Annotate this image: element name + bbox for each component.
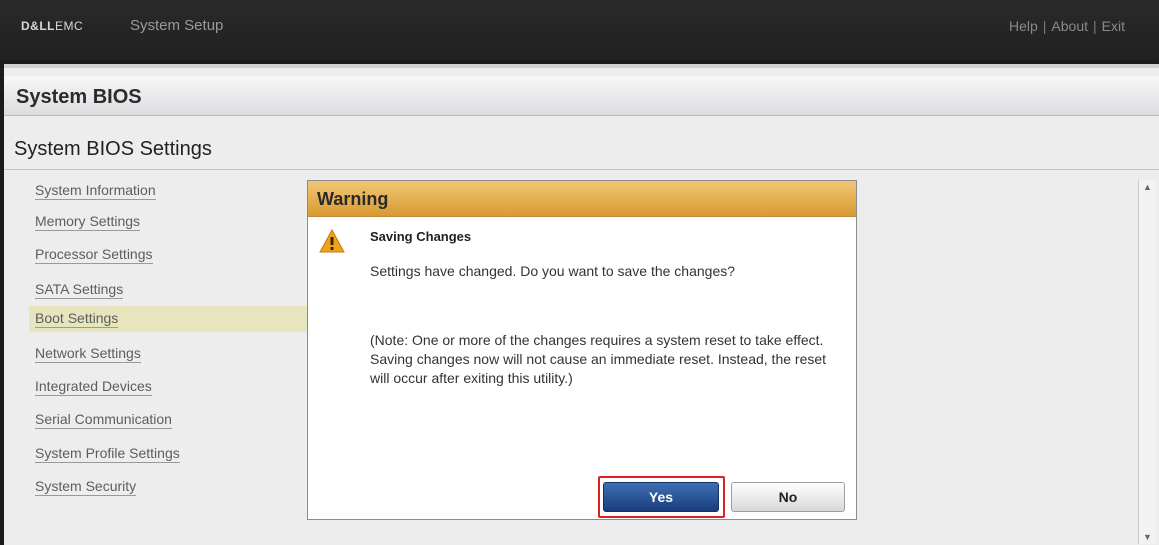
exit-link[interactable]: Exit — [1102, 18, 1125, 34]
about-link[interactable]: About — [1051, 18, 1088, 34]
menu-item-label: System Profile Settings — [35, 445, 180, 463]
section-divider — [4, 169, 1159, 170]
menu-item-label: Integrated Devices — [35, 378, 152, 396]
warning-icon — [319, 229, 345, 253]
link-separator: | — [1042, 18, 1047, 34]
menu-item-sata-settings[interactable]: SATA Settings — [4, 277, 304, 303]
dialog-message: Settings have changed. Do you want to sa… — [370, 263, 736, 279]
section-title: System BIOS Settings — [14, 138, 212, 160]
menu-item-label: System Security — [35, 478, 137, 496]
yes-button[interactable]: Yes — [603, 482, 719, 512]
brand-emc-text: EMC — [55, 19, 84, 33]
menu-item-system-security[interactable]: System Security — [4, 474, 304, 500]
dialog-note: (Note: One or more of the changes requir… — [370, 332, 827, 386]
dialog-title: Warning — [317, 189, 389, 209]
dialog-heading: Saving Changes — [370, 229, 472, 244]
help-link[interactable]: Help — [1009, 18, 1038, 34]
menu-item-label: Serial Communication — [35, 411, 172, 429]
top-links: Help | About | Exit — [1009, 18, 1125, 34]
no-button[interactable]: No — [731, 482, 845, 512]
menu-item-network-settings[interactable]: Network Settings — [4, 341, 304, 367]
menu-item-system-profile-settings[interactable]: System Profile Settings — [4, 441, 304, 467]
menu-item-processor-settings[interactable]: Processor Settings — [4, 242, 304, 268]
menu-item-label: Memory Settings — [35, 213, 141, 231]
app-title: System Setup — [130, 17, 224, 34]
page-header: System BIOS — [4, 76, 1159, 116]
menu-item-label: System Information — [35, 182, 156, 200]
menu-item-label: Processor Settings — [35, 246, 153, 264]
link-separator: | — [1093, 18, 1097, 34]
menu-item-system-information[interactable]: System Information — [4, 178, 304, 204]
vertical-scrollbar[interactable]: ▲ ▼ — [1138, 180, 1156, 544]
warning-dialog: Warning Saving Changes Settings have cha… — [307, 180, 857, 520]
menu-item-label: SATA Settings — [35, 281, 124, 299]
brand-dell-text: D&LL — [21, 19, 55, 33]
scroll-up-icon[interactable]: ▲ — [1143, 182, 1152, 192]
top-bar: D&LLEMC System Setup Help | About | Exit — [0, 0, 1159, 60]
menu-item-label: Network Settings — [35, 345, 141, 363]
menu-item-boot-settings[interactable]: Boot Settings — [29, 306, 314, 332]
scroll-down-icon[interactable]: ▼ — [1143, 532, 1152, 542]
page-title: System BIOS — [16, 86, 142, 108]
dell-emc-logo: D&LLEMC — [21, 19, 83, 33]
dialog-header: Warning — [308, 181, 856, 217]
menu-item-label: Boot Settings — [35, 310, 119, 328]
menu-item-serial-communication[interactable]: Serial Communication — [4, 407, 304, 433]
menu-item-integrated-devices[interactable]: Integrated Devices — [4, 374, 304, 400]
menu-item-memory-settings[interactable]: Memory Settings — [4, 209, 304, 235]
